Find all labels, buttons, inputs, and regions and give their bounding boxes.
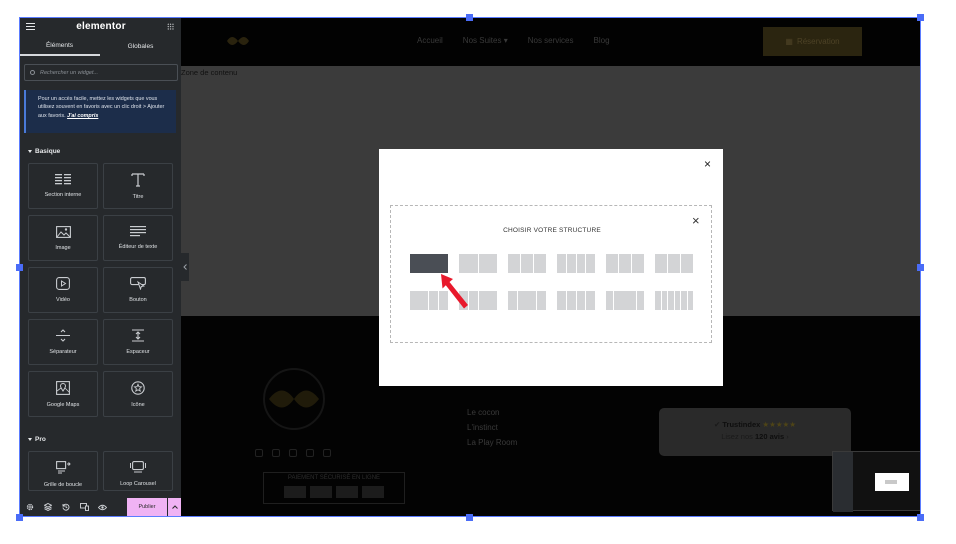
resize-handle[interactable] xyxy=(917,264,924,271)
resize-handle[interactable] xyxy=(466,14,473,21)
resize-handle[interactable] xyxy=(466,514,473,521)
resize-handle[interactable] xyxy=(16,264,23,271)
selection-frame xyxy=(19,17,921,517)
resize-handle[interactable] xyxy=(917,514,924,521)
resize-handle[interactable] xyxy=(16,514,23,521)
resize-handle[interactable] xyxy=(917,14,924,21)
editor-stage: Accueil Nos Suites ▾ Nos services Blog ▦… xyxy=(0,0,956,544)
